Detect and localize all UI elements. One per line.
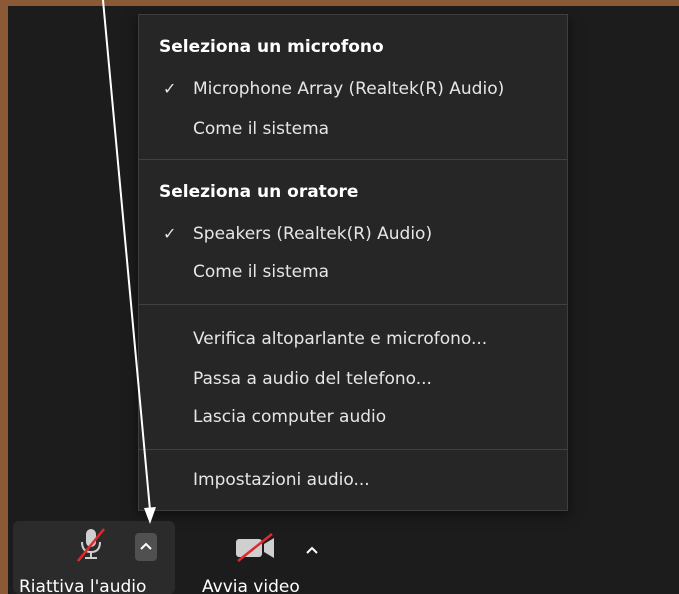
unmute-label[interactable]: Riattiva l'audio [19, 577, 146, 594]
menu-item-speakers[interactable]: ✓ Speakers (Realtek(R) Audio) [139, 216, 567, 252]
audio-actions-section: Verifica altoparlante e microfono... Pas… [139, 305, 567, 450]
meeting-window: Seleziona un microfono ✓ Microphone Arra… [8, 6, 679, 594]
check-icon: ✓ [163, 224, 177, 243]
menu-item-leave-computer-audio[interactable]: Lascia computer audio [139, 399, 567, 435]
start-video-control: Avvia video [198, 521, 348, 594]
menu-item-audio-settings[interactable]: Impostazioni audio... [139, 462, 567, 498]
meeting-toolbar: Riattiva l'audio Avvia video [8, 516, 679, 594]
menu-item-label: Passa a audio del telefono... [193, 369, 432, 389]
microphone-muted-icon[interactable] [76, 527, 106, 563]
menu-item-label: Speakers (Realtek(R) Audio) [193, 224, 433, 244]
speaker-section-title: Seleziona un oratore [159, 182, 359, 202]
audio-options-menu: Seleziona un microfono ✓ Microphone Arra… [138, 14, 568, 511]
microphone-section: Seleziona un microfono ✓ Microphone Arra… [139, 15, 567, 160]
check-icon: ✓ [163, 79, 177, 98]
speaker-section: Seleziona un oratore ✓ Speakers (Realtek… [139, 160, 567, 305]
chevron-up-icon [140, 542, 152, 550]
video-off-icon[interactable] [234, 533, 278, 563]
video-options-chevron-button[interactable] [306, 539, 318, 558]
menu-item-label: Microphone Array (Realtek(R) Audio) [193, 79, 505, 99]
menu-item-label: Come il sistema [193, 262, 330, 282]
audio-options-chevron-button[interactable] [135, 533, 157, 561]
menu-item-speaker-system[interactable]: Come il sistema [139, 254, 567, 290]
unmute-control: Riattiva l'audio [13, 521, 175, 594]
menu-item-microphone-system[interactable]: Come il sistema [139, 111, 567, 147]
start-video-label[interactable]: Avvia video [202, 577, 300, 594]
microphone-section-title: Seleziona un microfono [159, 37, 384, 57]
audio-settings-section: Impostazioni audio... [139, 450, 567, 510]
menu-item-microphone-array[interactable]: ✓ Microphone Array (Realtek(R) Audio) [139, 71, 567, 107]
chevron-up-icon [306, 546, 318, 554]
menu-item-label: Impostazioni audio... [193, 470, 370, 490]
menu-item-switch-phone-audio[interactable]: Passa a audio del telefono... [139, 361, 567, 397]
menu-item-label: Verifica altoparlante e microfono... [193, 329, 488, 349]
menu-item-label: Lascia computer audio [193, 407, 387, 427]
menu-item-test-speaker-mic[interactable]: Verifica altoparlante e microfono... [139, 321, 567, 357]
menu-item-label: Come il sistema [193, 119, 330, 139]
